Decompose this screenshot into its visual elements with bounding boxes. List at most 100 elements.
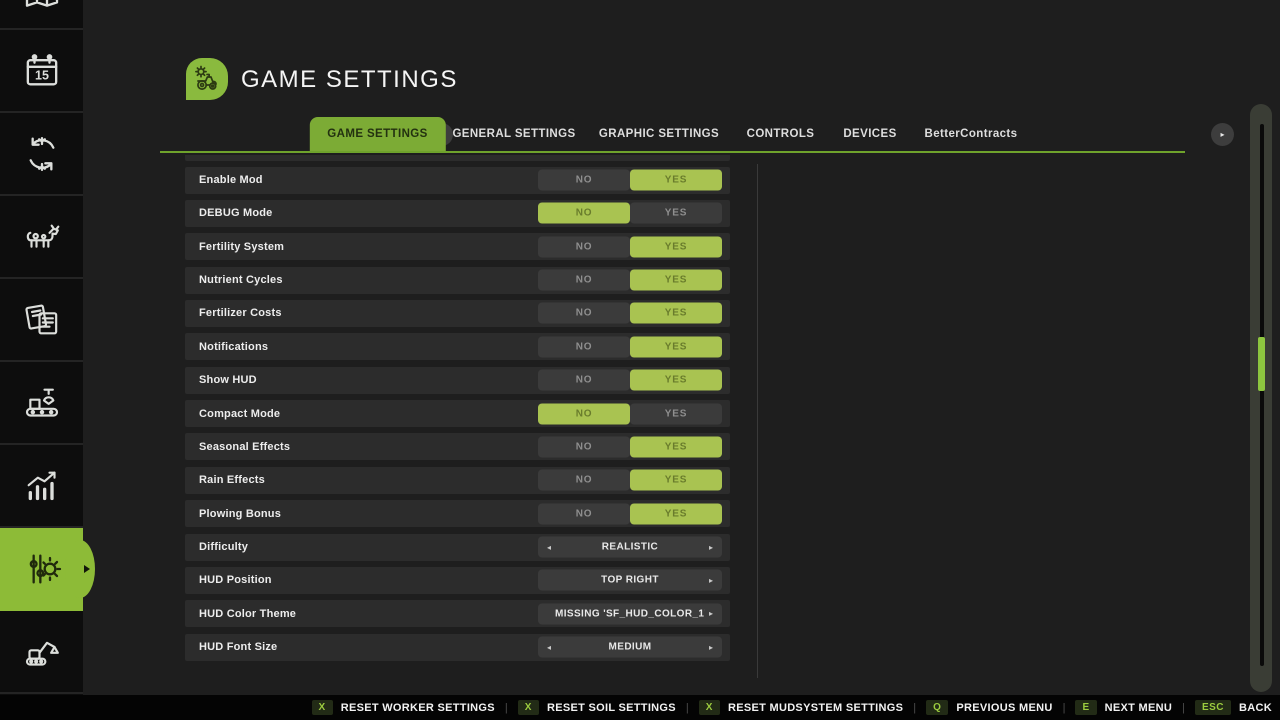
toggle-yes-button[interactable]: YES xyxy=(630,470,722,491)
toggle-debug-mode: NOYES xyxy=(538,203,722,224)
separator: | xyxy=(913,702,916,714)
toggle-no-button[interactable]: NO xyxy=(538,236,630,257)
crop-rotation-icon xyxy=(22,134,62,174)
scrollbar-track[interactable] xyxy=(1260,124,1264,666)
select-hud-font-size[interactable]: ◂MEDIUM▸ xyxy=(538,637,722,658)
toggle-yes-button[interactable]: YES xyxy=(630,370,722,391)
toggle-no-button[interactable]: NO xyxy=(538,403,630,424)
chevron-right-icon[interactable]: ▸ xyxy=(709,543,713,552)
setting-label: Fertility System xyxy=(185,241,284,253)
sidebar-item-construction[interactable] xyxy=(0,611,83,694)
chevron-right-icon[interactable]: ▸ xyxy=(709,576,713,585)
select-hud-color-theme[interactable]: ◂MISSING 'SF_HUD_COLOR_1' L...▸ xyxy=(538,603,722,624)
scrollbar-thumb[interactable] xyxy=(1258,337,1265,391)
setting-label: Difficulty xyxy=(185,541,248,553)
toggle-no-button[interactable]: NO xyxy=(538,303,630,324)
key-badge: X xyxy=(699,700,720,715)
production-icon xyxy=(22,383,62,423)
separator: | xyxy=(686,702,689,714)
sidebar-item-animals[interactable] xyxy=(0,196,83,279)
toggle-yes-button[interactable]: YES xyxy=(630,203,722,224)
setting-label: Show HUD xyxy=(185,374,257,386)
toggle-fertilizer-costs: NOYES xyxy=(538,303,722,324)
column-divider xyxy=(757,164,758,678)
toggle-yes-button[interactable]: YES xyxy=(630,170,722,191)
toggle-rain-effects: NOYES xyxy=(538,470,722,491)
sidebar-item-crop-rotation[interactable] xyxy=(0,113,83,196)
toggle-no-button[interactable]: NO xyxy=(538,203,630,224)
settings-row-notifications: NotificationsNOYES xyxy=(185,333,730,360)
setting-label: HUD Position xyxy=(185,574,272,586)
toggle-yes-button[interactable]: YES xyxy=(630,336,722,357)
select-difficulty[interactable]: ◂ REALISTIC ▸ xyxy=(538,537,722,558)
select-hud-position[interactable]: ◂TOP RIGHT▸ xyxy=(538,570,722,591)
keybind-previous-menu[interactable]: QPREVIOUS MENU xyxy=(926,700,1052,715)
toggle-no-button[interactable]: NO xyxy=(538,270,630,291)
sidebar-item-map[interactable] xyxy=(0,0,83,30)
keybind-next-menu[interactable]: ENEXT MENU xyxy=(1075,700,1172,715)
toggle-notifications: NOYES xyxy=(538,336,722,357)
separator: | xyxy=(1182,702,1185,714)
settings-row-nutrient-cycles: Nutrient Cycles NOYES xyxy=(185,267,730,294)
keybind-label: NEXT MENU xyxy=(1105,702,1172,714)
toggle-yes-button[interactable]: YES xyxy=(630,236,722,257)
toggle-enable-mod: NOYES xyxy=(538,170,722,191)
toggle-show-hud: NOYES xyxy=(538,370,722,391)
map-icon xyxy=(22,0,62,14)
chevron-right-icon[interactable]: ▸ xyxy=(709,609,713,618)
keybind-reset-worker-settings[interactable]: XRESET WORKER SETTINGS xyxy=(312,700,495,715)
settings-row-enable-mod: Enable ModNOYES xyxy=(185,167,730,194)
tab-controls[interactable]: CONTROLS xyxy=(747,117,815,151)
bottom-keybind-bar: XRESET WORKER SETTINGS|XRESET SOIL SETTI… xyxy=(0,695,1280,720)
select-value: REALISTIC xyxy=(602,542,658,553)
toggle-no-button[interactable]: NO xyxy=(538,503,630,524)
chevron-left-icon[interactable]: ◂ xyxy=(547,543,551,552)
settings-row-difficulty: Difficulty ◂ REALISTIC ▸ xyxy=(185,534,730,561)
sidebar-item-settings[interactable] xyxy=(0,528,83,611)
settings-row-partial xyxy=(185,155,730,161)
settings-row-rain-effects: Rain EffectsNOYES xyxy=(185,467,730,494)
construction-icon xyxy=(22,632,62,672)
key-badge: X xyxy=(312,700,333,715)
toggle-nutrient-cycles: NOYES xyxy=(538,270,722,291)
sidebar-item-production[interactable] xyxy=(0,362,83,445)
toggle-yes-button[interactable]: YES xyxy=(630,270,722,291)
settings-row-fertility-system: Fertility System NOYES xyxy=(185,233,730,260)
keybind-label: RESET SOIL SETTINGS xyxy=(547,702,676,714)
toggle-no-button[interactable]: NO xyxy=(538,336,630,357)
sidebar-item-statistics[interactable] xyxy=(0,445,83,528)
toggle-no-button[interactable]: NO xyxy=(538,370,630,391)
chevron-right-icon[interactable]: ▸ xyxy=(709,643,713,652)
separator: | xyxy=(505,702,508,714)
toggle-compact-mode: NOYES xyxy=(538,403,722,424)
keybind-reset-mudsystem-settings[interactable]: XRESET MUDSYSTEM SETTINGS xyxy=(699,700,903,715)
sidebar: 15 xyxy=(0,0,83,720)
tabs-scroll-right-button[interactable]: ▸ xyxy=(1211,123,1234,146)
tab-devices[interactable]: DEVICES xyxy=(843,117,896,151)
toggle-yes-button[interactable]: YES xyxy=(630,303,722,324)
settings-icon xyxy=(22,549,62,589)
settings-row-debug-mode: DEBUG ModeNOYES xyxy=(185,200,730,227)
toggle-yes-button[interactable]: YES xyxy=(630,403,722,424)
toggle-no-button[interactable]: NO xyxy=(538,436,630,457)
toggle-no-button[interactable]: NO xyxy=(538,470,630,491)
toggle-yes-button[interactable]: YES xyxy=(630,503,722,524)
setting-label: Plowing Bonus xyxy=(185,508,281,520)
tab-bettercontracts[interactable]: BetterContracts xyxy=(925,117,1018,151)
key-badge: ESC xyxy=(1195,700,1231,715)
keybind-back[interactable]: ESCBACK xyxy=(1195,700,1272,715)
sidebar-item-contracts[interactable] xyxy=(0,279,83,362)
settings-list: Enable ModNOYES DEBUG ModeNOYES Fertility … xyxy=(185,0,730,720)
setting-label: Compact Mode xyxy=(185,408,280,420)
toggle-yes-button[interactable]: YES xyxy=(630,436,722,457)
keybind-reset-soil-settings[interactable]: XRESET SOIL SETTINGS xyxy=(518,700,676,715)
chevron-left-icon[interactable]: ◂ xyxy=(547,643,551,652)
settings-row-hud-font-size: HUD Font Size◂MEDIUM▸ xyxy=(185,634,730,661)
toggle-fertility-system: NOYES xyxy=(538,236,722,257)
setting-label: Nutrient Cycles xyxy=(185,274,283,286)
calendar-icon: 15 xyxy=(22,51,62,91)
sidebar-item-calendar[interactable]: 15 xyxy=(0,30,83,113)
animals-icon xyxy=(22,217,62,257)
settings-row-compact-mode: Compact Mode NOYES xyxy=(185,400,730,427)
toggle-no-button[interactable]: NO xyxy=(538,170,630,191)
